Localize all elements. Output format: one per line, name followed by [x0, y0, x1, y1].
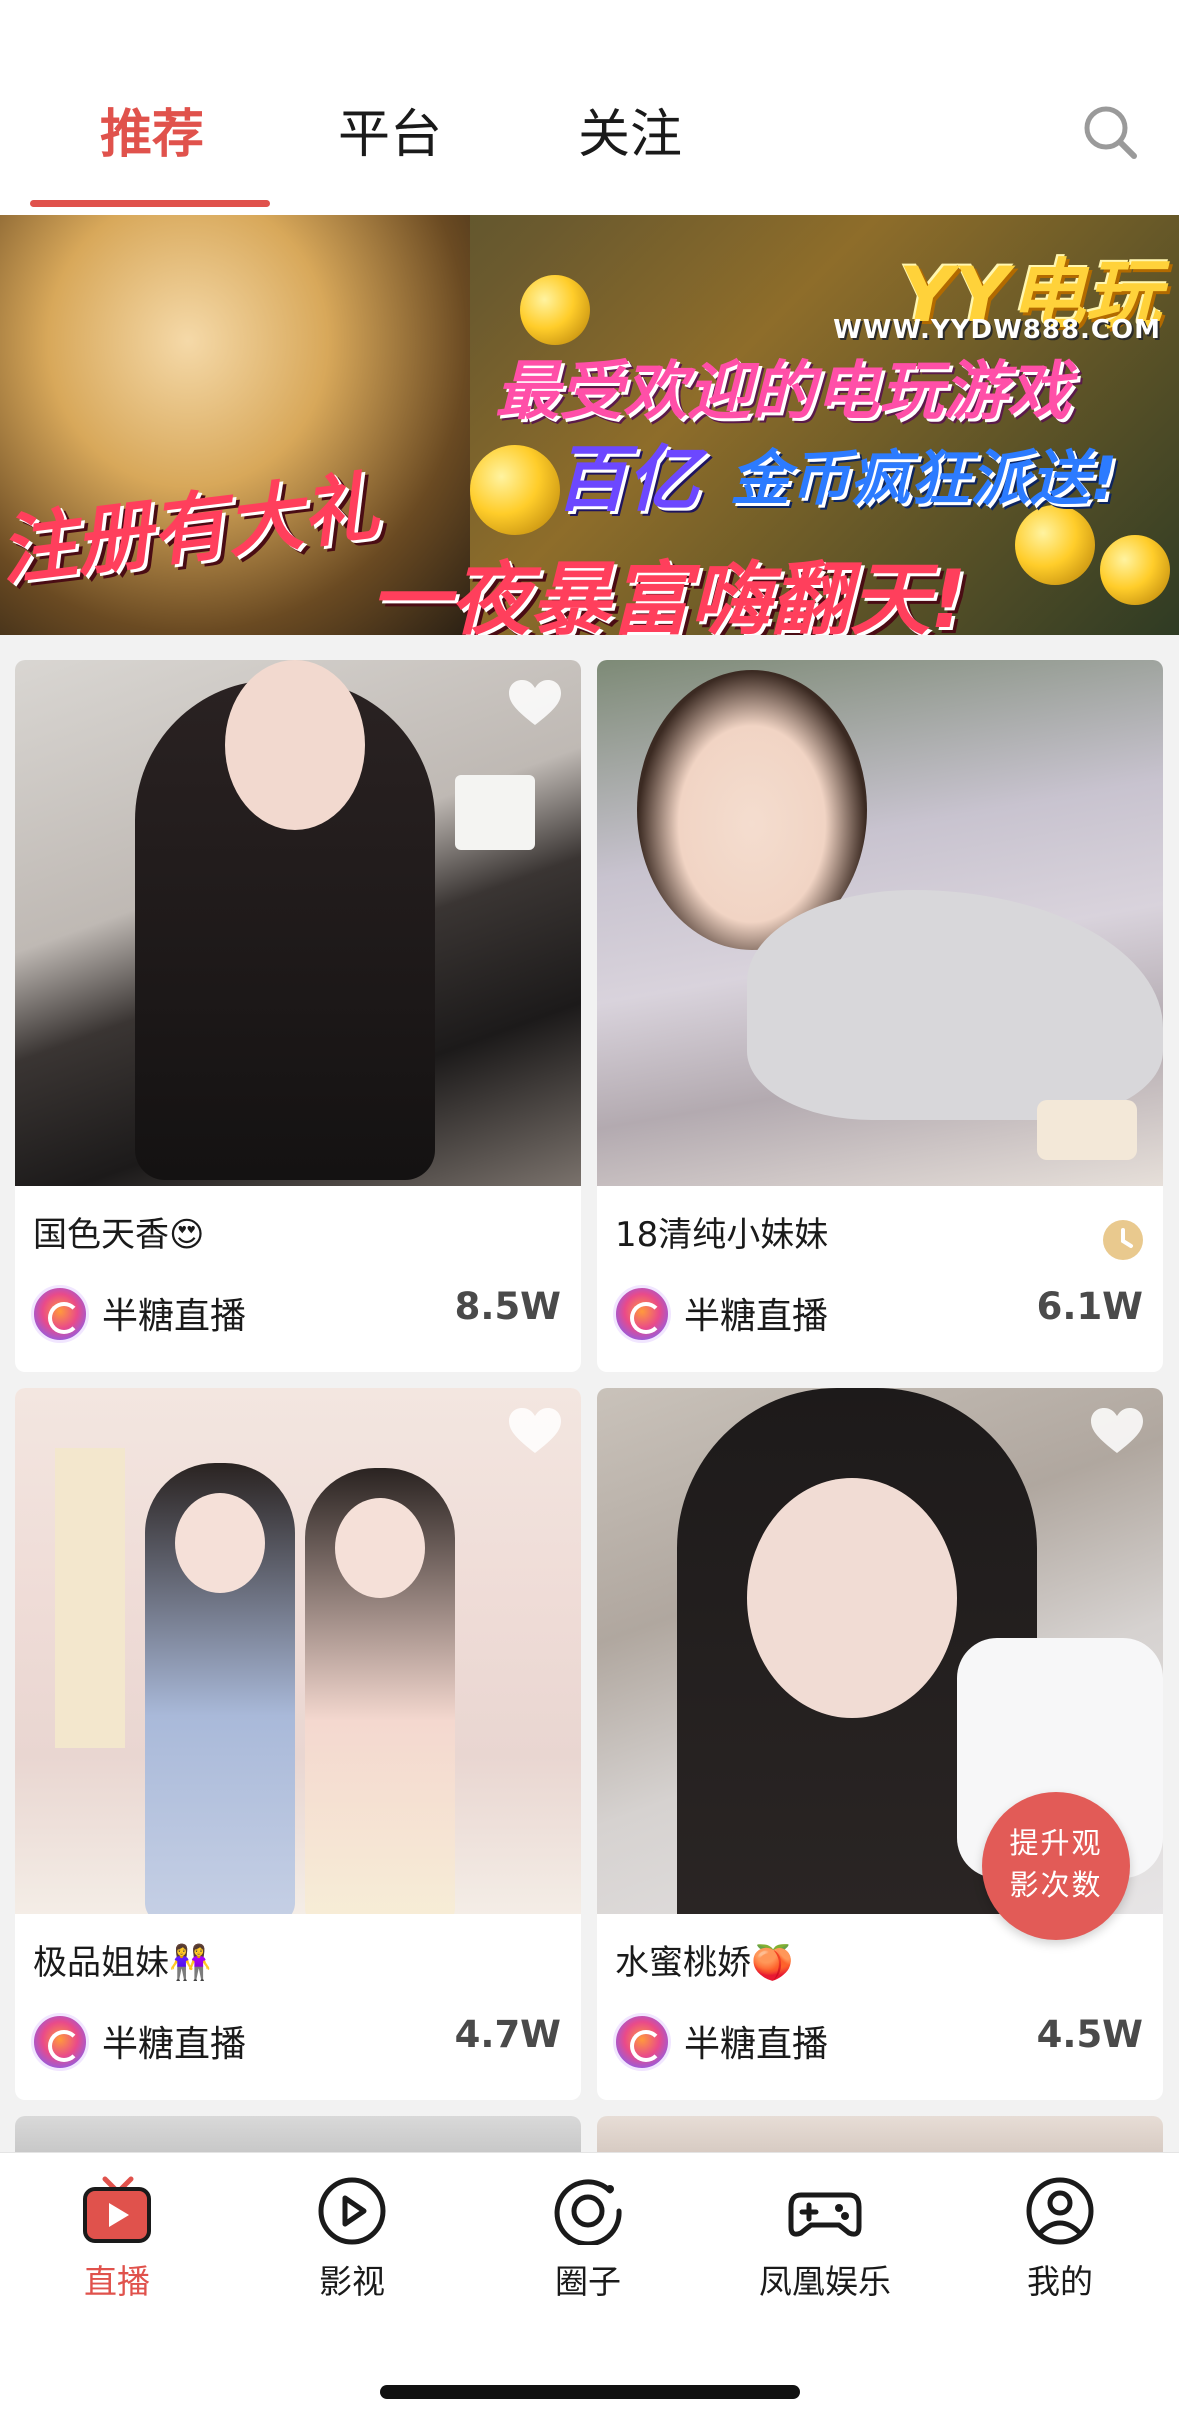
tab-video-label: 影视 [319, 2262, 385, 2301]
stream-card[interactable]: 18清纯小妹妹 半糖直播 6.1W [597, 660, 1163, 1372]
platform-avatar [31, 1285, 89, 1343]
top-header: 推荐 平台 关注 [0, 0, 1179, 215]
gamepad-icon [788, 2192, 862, 2237]
tab-phoenix-label: 凤凰娱乐 [759, 2262, 891, 2301]
viewer-count: 4.7W [454, 2013, 561, 2056]
bottom-tab-bar: 直播 影视 圈子 凤凰娱乐 我的 [0, 2152, 1179, 2422]
clock-icon [1103, 1220, 1143, 1260]
stream-card[interactable]: 极品姐妹👭 半糖直播 4.7W [15, 1388, 581, 2100]
boost-views-label-2: 影次数 [1009, 1868, 1103, 1902]
promo-banner[interactable]: YY电玩 WWW.YYDW888.COM 最受欢迎的电玩游戏 百亿 金币疯狂派送… [0, 215, 1179, 635]
search-icon[interactable] [1080, 102, 1140, 162]
platform-name: 半糖直播 [102, 2024, 247, 2065]
tab-video[interactable]: 影视 [262, 2175, 442, 2305]
platform-name: 半糖直播 [684, 1296, 829, 1337]
stream-card[interactable]: 水蜜桃娇🍑 半糖直播 4.5W [597, 1388, 1163, 2100]
coin-decoration [1015, 505, 1095, 585]
stream-thumbnail [15, 660, 581, 1186]
tab-profile[interactable]: 我的 [970, 2175, 1150, 2305]
coin-decoration [520, 275, 590, 345]
play-icon [318, 2177, 386, 2245]
app-screen: 推荐 平台 关注 YY电玩 WWW.YYDW888.COM 最受欢迎的电玩游戏 … [0, 0, 1179, 2422]
viewer-count: 8.5W [454, 1285, 561, 1328]
platform-avatar [613, 1285, 671, 1343]
tab-platform[interactable]: 平台 [338, 100, 442, 170]
tab-phoenix-entertainment[interactable]: 凤凰娱乐 [735, 2175, 915, 2305]
heart-icon[interactable] [507, 678, 563, 728]
stream-title: 国色天香😍 [33, 1215, 205, 1255]
home-indicator[interactable] [380, 2385, 800, 2399]
tab-circle-label: 圈子 [555, 2262, 621, 2301]
coin-decoration [470, 445, 560, 535]
stream-thumbnail [15, 1388, 581, 1914]
banner-subheadline: 金币疯狂派送! [730, 444, 1118, 514]
tab-circle[interactable]: 圈子 [498, 2175, 678, 2305]
stream-title: 水蜜桃娇🍑 [615, 1943, 794, 1983]
platform-name: 半糖直播 [684, 2024, 829, 2065]
platform-avatar [613, 2013, 671, 2071]
active-tab-indicator [30, 200, 270, 207]
tab-recommend[interactable]: 推荐 [100, 100, 204, 170]
heart-icon[interactable] [507, 1406, 563, 1456]
circle-icon [554, 2179, 622, 2245]
tab-following[interactable]: 关注 [578, 100, 682, 170]
stream-thumbnail [597, 660, 1163, 1186]
tab-live[interactable]: 直播 [27, 2175, 207, 2305]
banner-headline: 最受欢迎的电玩游戏 [495, 355, 1071, 429]
coin-decoration [1100, 535, 1170, 605]
banner-slogan-right: 一夜暴富嗨翻天! [370, 553, 967, 635]
tab-live-label: 直播 [84, 2262, 150, 2301]
banner-highlight: 百亿 [555, 437, 700, 521]
viewer-count: 6.1W [1036, 1285, 1143, 1328]
viewer-count: 4.5W [1036, 2013, 1143, 2056]
heart-icon[interactable] [1089, 1406, 1145, 1456]
tv-icon [83, 2176, 151, 2243]
stream-title: 极品姐妹👭 [33, 1943, 212, 1983]
user-icon [1026, 2177, 1094, 2245]
tab-profile-label: 我的 [1027, 2262, 1093, 2301]
stream-title: 18清纯小妹妹 [615, 1215, 829, 1255]
platform-avatar [31, 2013, 89, 2071]
boost-views-button[interactable]: 提升观 影次数 [982, 1792, 1130, 1940]
boost-views-label-1: 提升观 [1009, 1826, 1103, 1860]
stream-card[interactable]: 国色天香😍 半糖直播 8.5W [15, 660, 581, 1372]
platform-name: 半糖直播 [102, 1296, 247, 1337]
